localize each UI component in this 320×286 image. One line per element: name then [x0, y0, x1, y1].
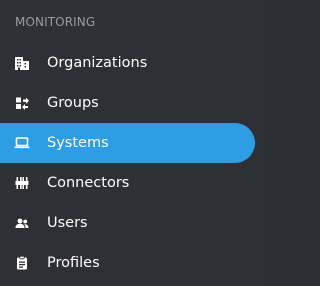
sidebar-item-label: Systems — [47, 135, 109, 151]
sidebar-item-label: Connectors — [47, 175, 130, 191]
sidebar-item-organizations[interactable]: Organizations — [0, 43, 263, 83]
sidebar-item-label: Organizations — [47, 55, 148, 71]
sidebar: MONITORING Organizations Groups Systems … — [0, 0, 263, 286]
sidebar-item-connectors[interactable]: Connectors — [0, 163, 263, 203]
clipboard-icon — [14, 255, 30, 271]
building-icon — [14, 55, 30, 71]
section-title: MONITORING — [15, 15, 96, 29]
sidebar-item-label: Groups — [47, 95, 99, 111]
sidebar-item-users[interactable]: Users — [0, 203, 263, 243]
sidebar-item-label: Users — [47, 215, 88, 231]
laptop-icon — [14, 135, 30, 151]
sidebar-item-systems[interactable]: Systems — [0, 123, 255, 163]
sidebar-item-profiles[interactable]: Profiles — [0, 243, 263, 283]
users-icon — [14, 215, 30, 231]
groups-icon — [14, 95, 30, 111]
sidebar-item-groups[interactable]: Groups — [0, 83, 263, 123]
sidebar-item-label: Profiles — [47, 255, 100, 271]
connectors-icon — [14, 175, 30, 191]
